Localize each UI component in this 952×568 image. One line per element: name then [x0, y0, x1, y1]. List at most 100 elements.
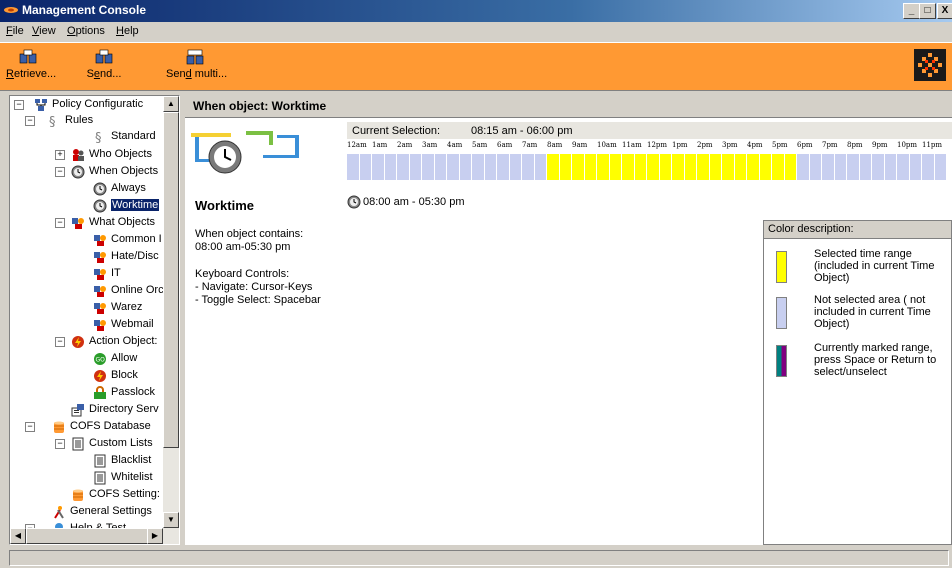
rules-icon: §: [95, 131, 102, 144]
collapse-toggle[interactable]: −: [14, 100, 24, 110]
send-icon: [95, 49, 113, 64]
time-slot[interactable]: [747, 154, 760, 180]
clock-icon: [93, 199, 107, 213]
collapse-toggle[interactable]: −: [55, 167, 65, 177]
send-multi-button[interactable]: Send multi...: [166, 45, 227, 89]
time-slot[interactable]: [347, 154, 360, 180]
scroll-thumb-horizontal[interactable]: [26, 528, 154, 544]
time-slot[interactable]: [422, 154, 435, 180]
hour-label: 6am: [497, 141, 513, 149]
collapse-toggle[interactable]: −: [25, 422, 35, 432]
time-slot[interactable]: [772, 154, 785, 180]
time-slot[interactable]: [522, 154, 535, 180]
color-description-panel: Color description: Selected time range (…: [763, 220, 952, 545]
time-slot[interactable]: [934, 154, 947, 180]
toolbar: Retrieve... Send... Send multi...: [0, 42, 952, 91]
selected-color-description: Selected time range (included in current…: [814, 248, 935, 284]
scroll-down-button[interactable]: ▼: [163, 512, 179, 528]
scroll-left-button[interactable]: ◀: [10, 528, 26, 544]
menu-options[interactable]: Options: [67, 25, 105, 37]
time-slot[interactable]: [859, 154, 872, 180]
time-slot[interactable]: [447, 154, 460, 180]
time-slot[interactable]: [697, 154, 710, 180]
time-slot[interactable]: [672, 154, 685, 180]
send-button[interactable]: Send...: [82, 45, 126, 89]
time-slot[interactable]: [709, 154, 722, 180]
time-slot[interactable]: [359, 154, 372, 180]
time-slot[interactable]: [509, 154, 522, 180]
scroll-up-button[interactable]: ▲: [163, 96, 179, 112]
time-slot[interactable]: [409, 154, 422, 180]
time-slot[interactable]: [384, 154, 397, 180]
time-slot[interactable]: [572, 154, 585, 180]
hour-label: 5pm: [772, 141, 788, 149]
collapse-toggle[interactable]: −: [55, 439, 65, 449]
time-slot[interactable]: [784, 154, 797, 180]
time-slot[interactable]: [609, 154, 622, 180]
hour-label: 2pm: [697, 141, 713, 149]
close-button[interactable]: X: [937, 3, 952, 19]
time-slot[interactable]: [634, 154, 647, 180]
hour-label: 3am: [422, 141, 438, 149]
collapse-toggle[interactable]: −: [55, 337, 65, 347]
list-icon: [94, 454, 106, 468]
time-slot[interactable]: [547, 154, 560, 180]
retrieve-button[interactable]: Retrieve...: [6, 45, 56, 89]
time-slot[interactable]: [597, 154, 610, 180]
scroll-right-button[interactable]: ▶: [147, 528, 163, 544]
time-slot[interactable]: [647, 154, 660, 180]
scroll-thumb[interactable]: [163, 112, 179, 448]
color-description-title: Color description:: [768, 223, 854, 235]
block-icon: [94, 370, 106, 382]
menu-file[interactable]: File: [6, 25, 24, 37]
time-slot[interactable]: [872, 154, 885, 180]
directory-icon: [71, 404, 84, 417]
contains-label: When object contains:: [195, 228, 304, 240]
time-slot[interactable]: [834, 154, 847, 180]
time-slot[interactable]: [459, 154, 472, 180]
minimize-button[interactable]: _: [903, 3, 920, 19]
time-slot[interactable]: [684, 154, 697, 180]
time-slot-grid[interactable]: [347, 154, 952, 180]
collapse-toggle[interactable]: −: [25, 116, 35, 126]
action-icon: [72, 336, 84, 348]
time-slot[interactable]: [659, 154, 672, 180]
time-slot[interactable]: [822, 154, 835, 180]
menu-view[interactable]: View: [32, 25, 56, 37]
tree-vertical-scrollbar[interactable]: ▲ ▼: [163, 96, 179, 528]
time-slot[interactable]: [397, 154, 410, 180]
time-slot[interactable]: [734, 154, 747, 180]
time-slot[interactable]: [897, 154, 910, 180]
time-slot[interactable]: [797, 154, 810, 180]
time-slot[interactable]: [847, 154, 860, 180]
time-slot[interactable]: [472, 154, 485, 180]
objects-icon: [94, 269, 106, 280]
hour-label: 4am: [447, 141, 463, 149]
time-slot[interactable]: [884, 154, 897, 180]
navigation-tree[interactable]: − Policy Configuratic − § Rules § Standa…: [9, 95, 180, 545]
time-slot[interactable]: [922, 154, 935, 180]
clock-icon: [71, 165, 85, 179]
time-slot[interactable]: [497, 154, 510, 180]
objects-icon: [94, 303, 106, 314]
time-slot[interactable]: [809, 154, 822, 180]
time-slot[interactable]: [484, 154, 497, 180]
time-slot[interactable]: [559, 154, 572, 180]
time-slot[interactable]: [372, 154, 385, 180]
maximize-button[interactable]: □: [919, 3, 936, 19]
collapse-toggle[interactable]: −: [55, 218, 65, 228]
hour-labels: 12am 1am 2am 3am 4am 5am 6am 7am 8am 9am 10am 11am 1…: [347, 139, 952, 154]
time-slot[interactable]: [534, 154, 547, 180]
time-slot[interactable]: [909, 154, 922, 180]
time-slot[interactable]: [759, 154, 772, 180]
tree-horizontal-scrollbar[interactable]: ◀ ▶: [10, 528, 179, 544]
expand-toggle[interactable]: +: [55, 150, 65, 160]
worktime-illustration: [191, 131, 299, 174]
time-slot[interactable]: [622, 154, 635, 180]
time-slot[interactable]: [722, 154, 735, 180]
time-slot[interactable]: [434, 154, 447, 180]
menu-help[interactable]: Help: [116, 25, 139, 37]
time-slot[interactable]: [584, 154, 597, 180]
svg-text:GO: GO: [96, 357, 106, 364]
current-selection-value: 08:15 am - 06:00 pm: [471, 125, 573, 137]
